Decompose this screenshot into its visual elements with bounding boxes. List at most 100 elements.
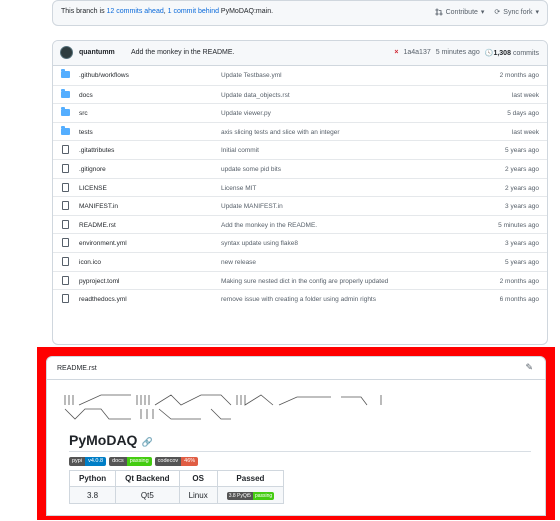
- latest-commit-bar: quantumm Add the monkey in the README. ×…: [53, 41, 547, 66]
- file-commit-age: 2 years ago: [505, 165, 539, 173]
- pull-request-icon: [435, 8, 443, 16]
- file-icon: [62, 219, 69, 229]
- table-row[interactable]: MANIFEST.in Update MANIFEST.in 3 years ago: [53, 196, 547, 215]
- branch-status-bar: This branch is 12 commits ahead, 1 commi…: [52, 0, 548, 26]
- file-commit-age: 5 years ago: [505, 147, 539, 155]
- check-failed-icon[interactable]: ×: [394, 49, 398, 57]
- file-commit-message[interactable]: License MIT: [221, 185, 256, 192]
- file-name-link[interactable]: tests: [79, 129, 93, 136]
- table-cell: Linux: [178, 486, 218, 504]
- passed-badge[interactable]: 3.8 PyQt5 passing: [226, 492, 275, 500]
- commit-count-link[interactable]: 🕓1,308 commits: [485, 49, 539, 57]
- sync-fork-button[interactable]: ⟳ Sync fork ▾: [494, 8, 539, 17]
- divider: [69, 451, 531, 452]
- file-commit-age: last week: [511, 128, 539, 136]
- file-icon: [62, 201, 69, 211]
- file-commit-message[interactable]: Initial commit: [221, 147, 259, 154]
- folder-icon: [61, 107, 70, 117]
- file-name-link[interactable]: .gitattributes: [79, 147, 114, 154]
- file-commit-message[interactable]: Update MANIFEST.in: [221, 203, 283, 210]
- badge[interactable]: codecov 46%: [154, 457, 199, 466]
- file-commit-age: 5 years ago: [505, 258, 539, 266]
- table-header: OS: [178, 470, 218, 487]
- avatar[interactable]: [60, 46, 73, 59]
- file-icon: [62, 145, 69, 155]
- file-commit-message[interactable]: syntax update using flake8: [221, 240, 298, 247]
- table-row[interactable]: .github/workflows Update Testbase.yml 2 mo…: [53, 66, 547, 85]
- table-row[interactable]: README.rst Add the monkey in the README. 5…: [53, 214, 547, 234]
- file-commit-age: last week: [511, 91, 539, 99]
- file-name-link[interactable]: readthedocs.yml: [79, 296, 127, 303]
- file-name-link[interactable]: docs: [79, 92, 93, 99]
- file-name-link[interactable]: README.rst: [79, 222, 116, 229]
- file-name-link[interactable]: .github/workflows: [79, 72, 129, 79]
- file-commit-message[interactable]: new release: [221, 259, 256, 266]
- file-commit-age: 5 days ago: [507, 110, 539, 118]
- commits-behind-link[interactable]: 1 commit behind: [168, 8, 219, 15]
- file-icon: [62, 294, 69, 304]
- file-commit-message[interactable]: Update Testbase.yml: [221, 72, 282, 79]
- file-icon: [62, 238, 69, 248]
- table-row[interactable]: icon.ico new release 5 years ago: [53, 251, 547, 271]
- file-name-link[interactable]: LICENSE: [79, 185, 107, 192]
- readme-filename: README.rst: [57, 365, 97, 372]
- file-commit-message[interactable]: Add the monkey in the README.: [221, 222, 317, 229]
- readme-title: PyMoDAQ 🔗: [69, 432, 153, 448]
- badge[interactable]: pypi v4.0.8: [69, 457, 107, 466]
- file-commit-message[interactable]: Update viewer.py: [221, 110, 271, 117]
- commit-time: 5 minutes ago: [435, 49, 480, 56]
- file-commit-age: 3 years ago: [505, 240, 539, 248]
- table-row[interactable]: .gitignore update some pid bits 2 years ag…: [53, 158, 547, 178]
- file-name-link[interactable]: MANIFEST.in: [79, 203, 118, 210]
- file-name-link[interactable]: src: [79, 110, 88, 117]
- build-status-table: Python Qt Backend OS Passed 3.8 Qt5 Linux 3.8 …: [68, 470, 285, 504]
- badge[interactable]: docs passing: [109, 457, 152, 466]
- table-row[interactable]: docs Update data_objects.rst last week: [53, 84, 547, 104]
- file-commit-message[interactable]: remove issue with creating a folder usin…: [221, 296, 376, 303]
- readme-panel: README.rst ✎ PyMoDAQ 🔗 pypi v4.0.8 docs pass…: [46, 356, 546, 516]
- file-commit-message[interactable]: axis slicing tests and slice with an int…: [221, 129, 340, 136]
- table-row[interactable]: readthedocs.yml remove issue with creatin…: [53, 289, 547, 308]
- table-row[interactable]: environment.yml syntax update using flake…: [53, 233, 547, 252]
- file-name-link[interactable]: icon.ico: [79, 259, 101, 266]
- commit-message[interactable]: Add the monkey in the README.: [131, 49, 235, 56]
- sync-icon: ⟳: [494, 9, 501, 16]
- chevron-down-icon: ▾: [535, 9, 539, 16]
- file-list: quantumm Add the monkey in the README. ×…: [52, 40, 548, 345]
- table-cell: 3.8: [68, 486, 117, 504]
- table-row[interactable]: tests axis slicing tests and slice with a…: [53, 121, 547, 141]
- file-commit-age: 2 months ago: [499, 277, 539, 285]
- link-icon[interactable]: 🔗: [141, 437, 152, 447]
- file-commit-age: 2 months ago: [499, 72, 539, 79]
- commit-author[interactable]: quantumm: [79, 49, 115, 56]
- table-row[interactable]: LICENSE License MIT 2 years ago: [53, 177, 547, 197]
- file-commit-message[interactable]: Making sure nested dict in the config ar…: [221, 278, 388, 285]
- folder-icon: [61, 125, 70, 135]
- table-header: Python: [68, 470, 117, 487]
- folder-icon: [61, 88, 70, 98]
- file-commit-age: 2 years ago: [505, 184, 539, 192]
- table-row[interactable]: .gitattributes Initial commit 5 years ago: [53, 140, 547, 159]
- commit-hash[interactable]: 1a4a137: [403, 49, 430, 57]
- file-icon: [62, 256, 69, 266]
- commits-ahead-link[interactable]: 12 commits ahead: [107, 8, 164, 15]
- branch-status-text: This branch is 12 commits ahead, 1 commi…: [61, 8, 274, 15]
- file-name-link[interactable]: pyproject.toml: [79, 278, 119, 285]
- table-cell: 3.8 PyQt5 passing: [216, 486, 285, 504]
- contribute-button[interactable]: Contribute ▾: [435, 8, 485, 16]
- file-commit-age: 3 years ago: [505, 203, 539, 211]
- pencil-icon[interactable]: ✎: [525, 362, 533, 373]
- table-row[interactable]: src Update viewer.py 5 days ago: [53, 103, 547, 122]
- folder-icon: [61, 69, 70, 78]
- file-commit-message[interactable]: Update data_objects.rst: [221, 92, 290, 99]
- file-commit-age: 5 minutes ago: [498, 221, 539, 229]
- badge-row: pypi v4.0.8 docs passing codecov 46%: [69, 457, 199, 466]
- file-commit-message[interactable]: update some pid bits: [221, 166, 281, 173]
- table-header: Qt Backend: [115, 470, 180, 487]
- table-row[interactable]: pyproject.toml Making sure nested dict in…: [53, 270, 547, 290]
- table-header: Passed: [216, 470, 285, 487]
- file-name-link[interactable]: environment.yml: [79, 240, 127, 247]
- file-name-link[interactable]: .gitignore: [79, 166, 106, 173]
- chevron-down-icon: ▾: [480, 9, 485, 16]
- file-commit-age: 6 months ago: [499, 296, 539, 304]
